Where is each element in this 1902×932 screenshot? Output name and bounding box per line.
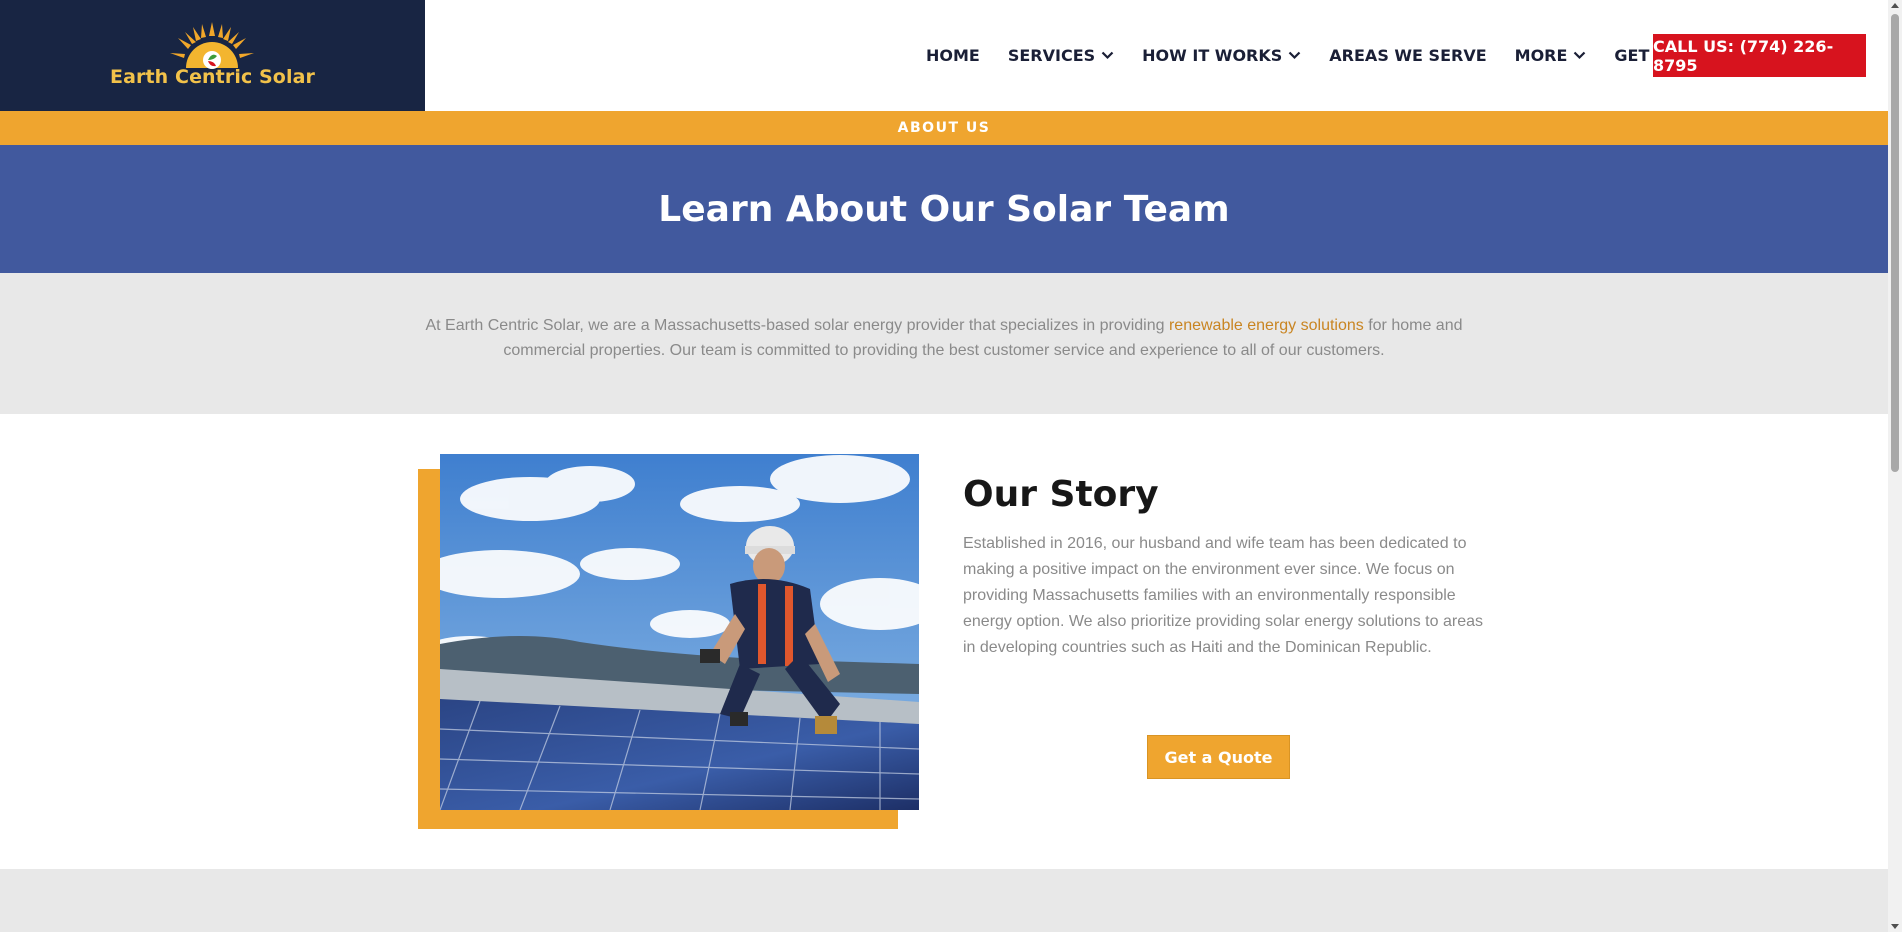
chevron-down-icon [1289, 51, 1301, 60]
nav-services-label: SERVICES [1007, 46, 1096, 65]
nav-home[interactable]: HOME [926, 46, 980, 65]
about-us-label: ABOUT US [897, 120, 991, 136]
story-section [0, 414, 1888, 869]
scroll-down-arrow-icon[interactable] [1891, 924, 1899, 929]
call-us-button[interactable]: CALL US: (774) 226-8795 [1653, 34, 1866, 77]
solar-installer-photo [440, 454, 919, 810]
page-scrollbar[interactable] [1888, 0, 1902, 932]
intro-text-before: At Earth Centric Solar, we are a Massach… [425, 317, 1169, 334]
nav-areas-label: AREAS WE SERVE [1329, 46, 1487, 65]
intro-paragraph: At Earth Centric Solar, we are a Massach… [412, 313, 1476, 363]
scroll-thumb[interactable] [1891, 14, 1899, 472]
sun-logo-icon [170, 22, 254, 69]
nav-areas-we-serve[interactable]: AREAS WE SERVE [1329, 46, 1486, 65]
intro-section: At Earth Centric Solar, we are a Massach… [0, 273, 1888, 414]
brand-name: Earth Centric Solar [110, 66, 315, 88]
logo[interactable]: Earth Centric Solar [0, 0, 425, 111]
nav-home-label: HOME [926, 46, 980, 65]
chevron-down-icon [1101, 51, 1114, 60]
story-body: Established in 2016, our husband and wif… [963, 535, 1483, 656]
nav-how-it-works[interactable]: HOW IT WORKS [1142, 46, 1301, 65]
nav-more-label: MORE [1514, 46, 1568, 65]
hero-banner: Learn About Our Solar Team [0, 145, 1888, 273]
photo-illustration-icon [440, 454, 919, 810]
nav-how-it-works-label: HOW IT WORKS [1142, 46, 1283, 65]
site-header: Earth Centric Solar HOME SERVICES HOW IT… [0, 0, 1888, 111]
main-nav: HOME SERVICES HOW IT WORKS AREAS WE SERV… [912, 0, 1749, 111]
get-a-quote-button[interactable]: Get a Quote [1147, 735, 1290, 779]
chevron-down-icon [1574, 51, 1586, 60]
nav-services[interactable]: SERVICES [1008, 46, 1114, 65]
next-section-band [0, 869, 1888, 932]
renewable-energy-link[interactable]: renewable energy solutions [1169, 317, 1364, 334]
about-us-strip: ABOUT US [0, 111, 1888, 145]
story-title: Our Story [963, 474, 1159, 515]
page-title: Learn About Our Solar Team [658, 188, 1230, 230]
nav-more[interactable]: MORE [1515, 46, 1587, 65]
scroll-up-arrow-icon[interactable] [1891, 3, 1899, 8]
